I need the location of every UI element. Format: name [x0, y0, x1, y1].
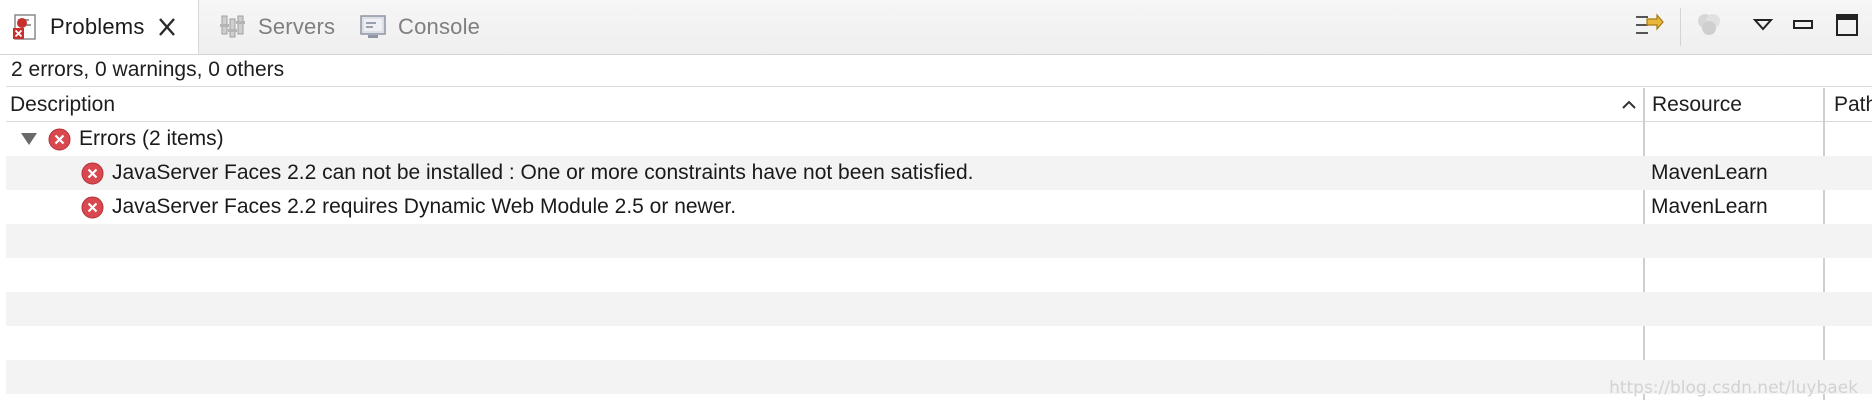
- description-cell: JavaServer Faces 2.2 can not be installe…: [81, 156, 973, 190]
- problems-summary: 2 errors, 0 warnings, 0 others: [11, 58, 285, 81]
- problems-table: Errors (2 items) JavaServer Faces 2.2 ca…: [6, 122, 1872, 400]
- empty-row: [6, 292, 1872, 326]
- servers-icon: [218, 12, 248, 42]
- group-by-icon: [1693, 9, 1725, 46]
- column-header-path[interactable]: Path: [1834, 88, 1872, 121]
- maximize-icon: [1834, 12, 1860, 43]
- tab-console-label: Console: [398, 14, 481, 39]
- column-header-resource[interactable]: Resource: [1652, 88, 1828, 121]
- table-row-group-errors[interactable]: Errors (2 items): [6, 122, 1872, 156]
- group-by-button[interactable]: [1692, 10, 1726, 44]
- empty-row: [6, 224, 1872, 258]
- minimize-icon: [1791, 13, 1815, 42]
- error-icon: [48, 128, 71, 151]
- sort-ascending-icon: [1620, 96, 1638, 114]
- expand-triangle-icon[interactable]: [20, 131, 38, 147]
- minimize-button[interactable]: [1786, 10, 1820, 44]
- tab-console[interactable]: Console: [348, 0, 480, 54]
- view-menu-icon: [1751, 13, 1775, 42]
- empty-row: [6, 326, 1872, 360]
- error-icon: [81, 196, 104, 219]
- watermark-text: https://blog.csdn.net/luybaek: [1609, 378, 1858, 398]
- filter-button[interactable]: [1632, 10, 1666, 44]
- group-label-cell: Errors (2 items): [48, 122, 224, 156]
- divider: [6, 86, 1872, 87]
- empty-row: [6, 258, 1872, 292]
- problems-icon: [10, 12, 40, 42]
- tab-problems-label: Problems: [50, 14, 145, 39]
- toolbar-separator: [1680, 8, 1681, 46]
- resource-cell: MavenLearn: [1651, 161, 1768, 184]
- description-text: JavaServer Faces 2.2 requires Dynamic We…: [112, 195, 737, 218]
- close-icon[interactable]: [155, 15, 179, 39]
- table-row[interactable]: JavaServer Faces 2.2 can not be installe…: [6, 156, 1872, 190]
- tab-servers-label: Servers: [258, 14, 336, 39]
- problems-view: Problems Servers Console 2 errors, 0 war…: [0, 0, 1872, 400]
- resource-cell: MavenLearn: [1651, 195, 1768, 218]
- column-header-description[interactable]: Description: [10, 88, 1646, 121]
- description-cell: JavaServer Faces 2.2 requires Dynamic We…: [81, 190, 736, 224]
- tab-problems[interactable]: Problems: [0, 0, 199, 54]
- table-row[interactable]: JavaServer Faces 2.2 requires Dynamic We…: [6, 190, 1872, 224]
- error-icon: [81, 162, 104, 185]
- console-icon: [358, 12, 388, 42]
- table-header: Description Resource Path: [6, 88, 1872, 122]
- group-label: Errors (2 items): [79, 127, 224, 150]
- description-text: JavaServer Faces 2.2 can not be installe…: [112, 161, 974, 184]
- empty-row: [6, 360, 1872, 394]
- filter-icon: [1633, 9, 1665, 46]
- maximize-button[interactable]: [1830, 10, 1864, 44]
- tab-servers[interactable]: Servers: [208, 0, 335, 54]
- view-tab-bar: Problems Servers Console: [0, 0, 1872, 55]
- view-menu-button[interactable]: [1746, 10, 1780, 44]
